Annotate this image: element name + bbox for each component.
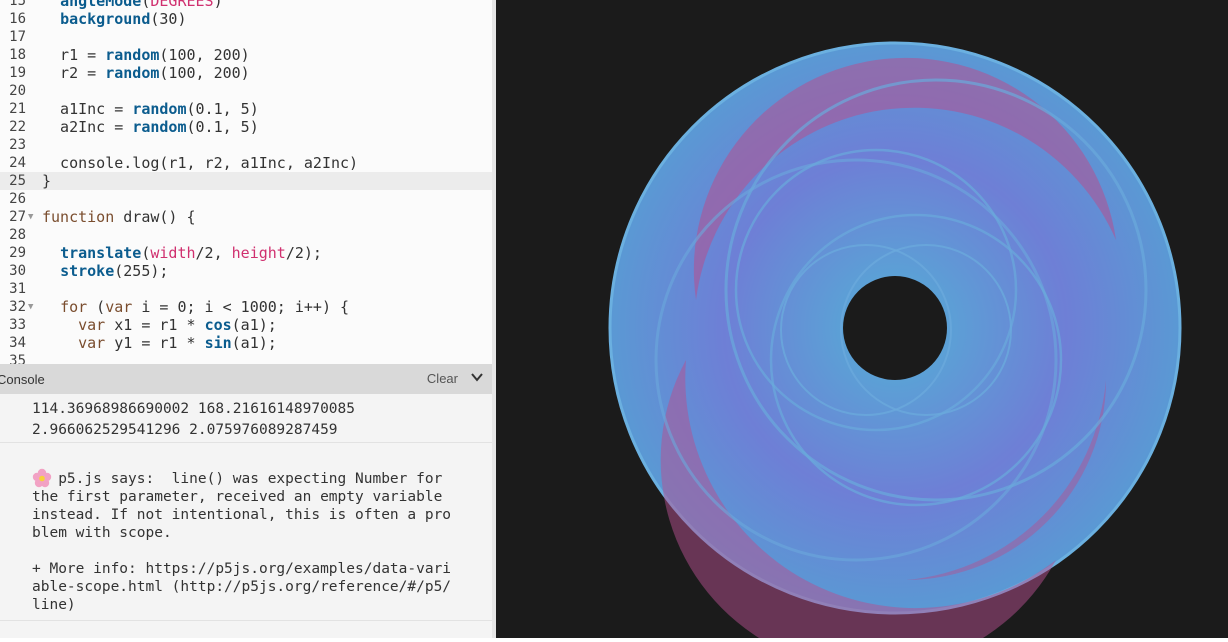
line-number: 20: [9, 83, 26, 99]
line-number: 28: [9, 227, 26, 243]
warning-line: the first parameter, received an empty v…: [32, 489, 443, 505]
fold-arrow-icon[interactable]: ▼: [28, 208, 33, 226]
console-title: Console: [0, 372, 45, 387]
code-text: for (var i = 0; i < 1000; i++) {: [60, 298, 350, 316]
code-line[interactable]: 19 r2 = random(100, 200): [0, 64, 492, 82]
line-number: 22: [9, 119, 26, 135]
code-text: angleMode(DEGREES): [60, 0, 223, 10]
code-line[interactable]: 26: [0, 190, 492, 208]
spirograph-drawing: [608, 41, 1182, 642]
code-text: r2 = random(100, 200): [42, 64, 250, 82]
code-line[interactable]: 31: [0, 280, 492, 298]
code-line[interactable]: 24 console.log(r1, r2, a1Inc, a2Inc): [0, 154, 492, 172]
console-output: 114.36968986690002 168.21616148970085 2.…: [0, 394, 492, 638]
console-log-line: 114.36968986690002 168.21616148970085: [32, 401, 356, 417]
line-number: 31: [9, 281, 26, 297]
code-text: }: [42, 172, 52, 190]
line-number: 23: [9, 137, 26, 153]
line-number: 30: [9, 263, 26, 279]
line-number: 32: [9, 299, 26, 315]
code-line[interactable]: 16 background(30): [0, 10, 492, 28]
code-editor[interactable]: 15 angleMode(DEGREES) 16 background(30) 17…: [0, 0, 492, 364]
code-line[interactable]: 22 a2Inc = random(0.1, 5): [0, 118, 492, 136]
line-number: 35: [9, 353, 26, 364]
code-text: console.log(r1, r2, a1Inc, a2Inc): [42, 154, 359, 172]
warning-line: able-scope.html (http://p5js.org/referen…: [32, 579, 452, 595]
console-header: Console Clear: [0, 364, 492, 394]
warning-line: blem with scope.: [32, 525, 172, 541]
code-text: function draw() {: [42, 208, 196, 226]
line-number: 26: [9, 191, 26, 207]
code-line[interactable]: 28: [0, 226, 492, 244]
chevron-down-icon[interactable]: [470, 370, 484, 384]
code-line[interactable]: 17: [0, 28, 492, 46]
code-line[interactable]: 15 angleMode(DEGREES): [0, 0, 492, 10]
line-number: 21: [9, 101, 26, 117]
code-line[interactable]: 25}: [0, 172, 492, 190]
code-text: var x1 = r1 * cos(a1);: [78, 316, 277, 334]
line-number: 25: [9, 173, 26, 189]
code-line[interactable]: 33 var x1 = r1 * cos(a1);: [0, 316, 492, 334]
code-text: r1 = random(100, 200): [42, 46, 250, 64]
code-line[interactable]: 30 stroke(255);: [0, 262, 492, 280]
code-text: background(30): [60, 10, 187, 28]
code-text: a2Inc = random(0.1, 5): [42, 118, 259, 136]
divider: [0, 620, 492, 621]
line-number: 34: [9, 335, 26, 351]
warning-line: instead. If not intentional, this is oft…: [32, 507, 452, 523]
line-number: 16: [9, 11, 26, 27]
warning-line: line): [32, 597, 76, 613]
line-number: 19: [9, 65, 26, 81]
line-number: 33: [9, 317, 26, 333]
clear-console-button[interactable]: Clear: [427, 371, 458, 386]
code-line[interactable]: 35: [0, 352, 492, 364]
line-number: 17: [9, 29, 26, 45]
code-text: translate(width/2, height/2);: [60, 244, 322, 262]
inner-hole: [843, 276, 947, 380]
fold-arrow-icon[interactable]: ▼: [28, 298, 33, 316]
line-number: 18: [9, 47, 26, 63]
code-line[interactable]: 23: [0, 136, 492, 154]
line-number: 24: [9, 155, 26, 171]
code-line[interactable]: 20: [0, 82, 492, 100]
code-line[interactable]: 18 r1 = random(100, 200): [0, 46, 492, 64]
code-line[interactable]: 32 ▼ for (var i = 0; i < 1000; i++) {: [0, 298, 492, 316]
code-line[interactable]: 27 ▼ function draw() {: [0, 208, 492, 226]
code-line[interactable]: 34 var y1 = r1 * sin(a1);: [0, 334, 492, 352]
warning-line: + More info: https://p5js.org/examples/d…: [32, 561, 452, 577]
divider: [0, 442, 492, 443]
line-number: 29: [9, 245, 26, 261]
line-number: 15: [9, 0, 26, 9]
code-text: a1Inc = random(0.1, 5): [42, 100, 259, 118]
code-text: stroke(255);: [60, 262, 169, 280]
sketch-canvas[interactable]: [496, 0, 1228, 642]
warning-line: p5.js says: line() was expecting Number …: [32, 471, 443, 487]
line-number: 27: [9, 209, 26, 225]
console-log-line: 2.966062529541296 2.075976089287459: [32, 422, 338, 438]
code-text: var y1 = r1 * sin(a1);: [78, 334, 277, 352]
code-line[interactable]: 29 translate(width/2, height/2);: [0, 244, 492, 262]
code-line[interactable]: 21 a1Inc = random(0.1, 5): [0, 100, 492, 118]
